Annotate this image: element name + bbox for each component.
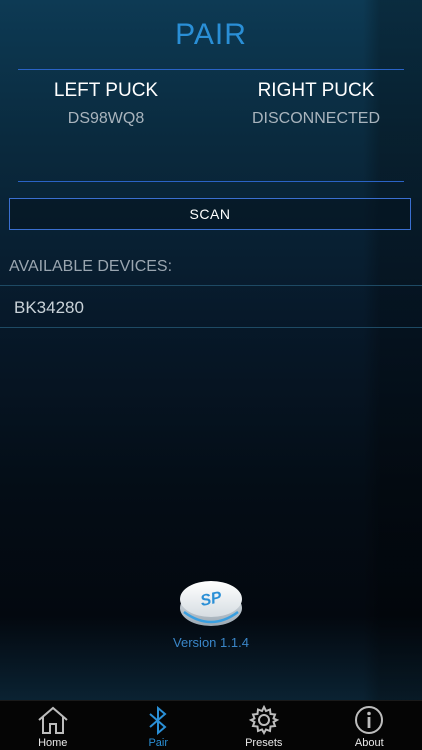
tab-presets-label: Presets xyxy=(245,737,283,749)
right-puck-status: DISCONNECTED xyxy=(251,110,380,127)
left-puck-panel: LEFT PUCK DS98WQ8 xyxy=(6,80,206,128)
left-puck-label: LEFT PUCK xyxy=(53,80,159,101)
bluetooth-icon xyxy=(149,705,167,736)
device-name: BK34280 xyxy=(14,298,84,317)
home-icon xyxy=(38,706,68,734)
right-puck-panel: RIGHT PUCK DISCONNECTED xyxy=(216,80,416,128)
scan-button[interactable]: SCAN xyxy=(9,198,411,230)
right-puck-label: RIGHT PUCK xyxy=(257,80,375,101)
info-icon xyxy=(355,706,384,734)
tab-presets[interactable]: Presets xyxy=(211,701,317,750)
page-title: PAIR xyxy=(175,18,247,51)
tab-about-label: About xyxy=(354,737,384,749)
tab-pair-label: Pair xyxy=(148,737,169,749)
tab-bar: Home Pair Presets About xyxy=(0,700,422,750)
tab-home-label: Home xyxy=(38,737,68,749)
version-label: Version 1.1.4 xyxy=(173,635,249,650)
gear-icon xyxy=(248,705,279,736)
bottom-divider xyxy=(18,181,404,182)
available-devices-heading: AVAILABLE DEVICES: xyxy=(9,258,173,275)
tab-pair[interactable]: Pair xyxy=(106,701,212,750)
left-puck-status: DS98WQ8 xyxy=(67,110,145,127)
list-item[interactable]: BK34280 xyxy=(0,285,422,328)
top-divider xyxy=(18,69,404,70)
tab-about[interactable]: About xyxy=(317,701,422,750)
sp-logo: SP xyxy=(178,574,244,630)
tab-home[interactable]: Home xyxy=(0,701,106,750)
